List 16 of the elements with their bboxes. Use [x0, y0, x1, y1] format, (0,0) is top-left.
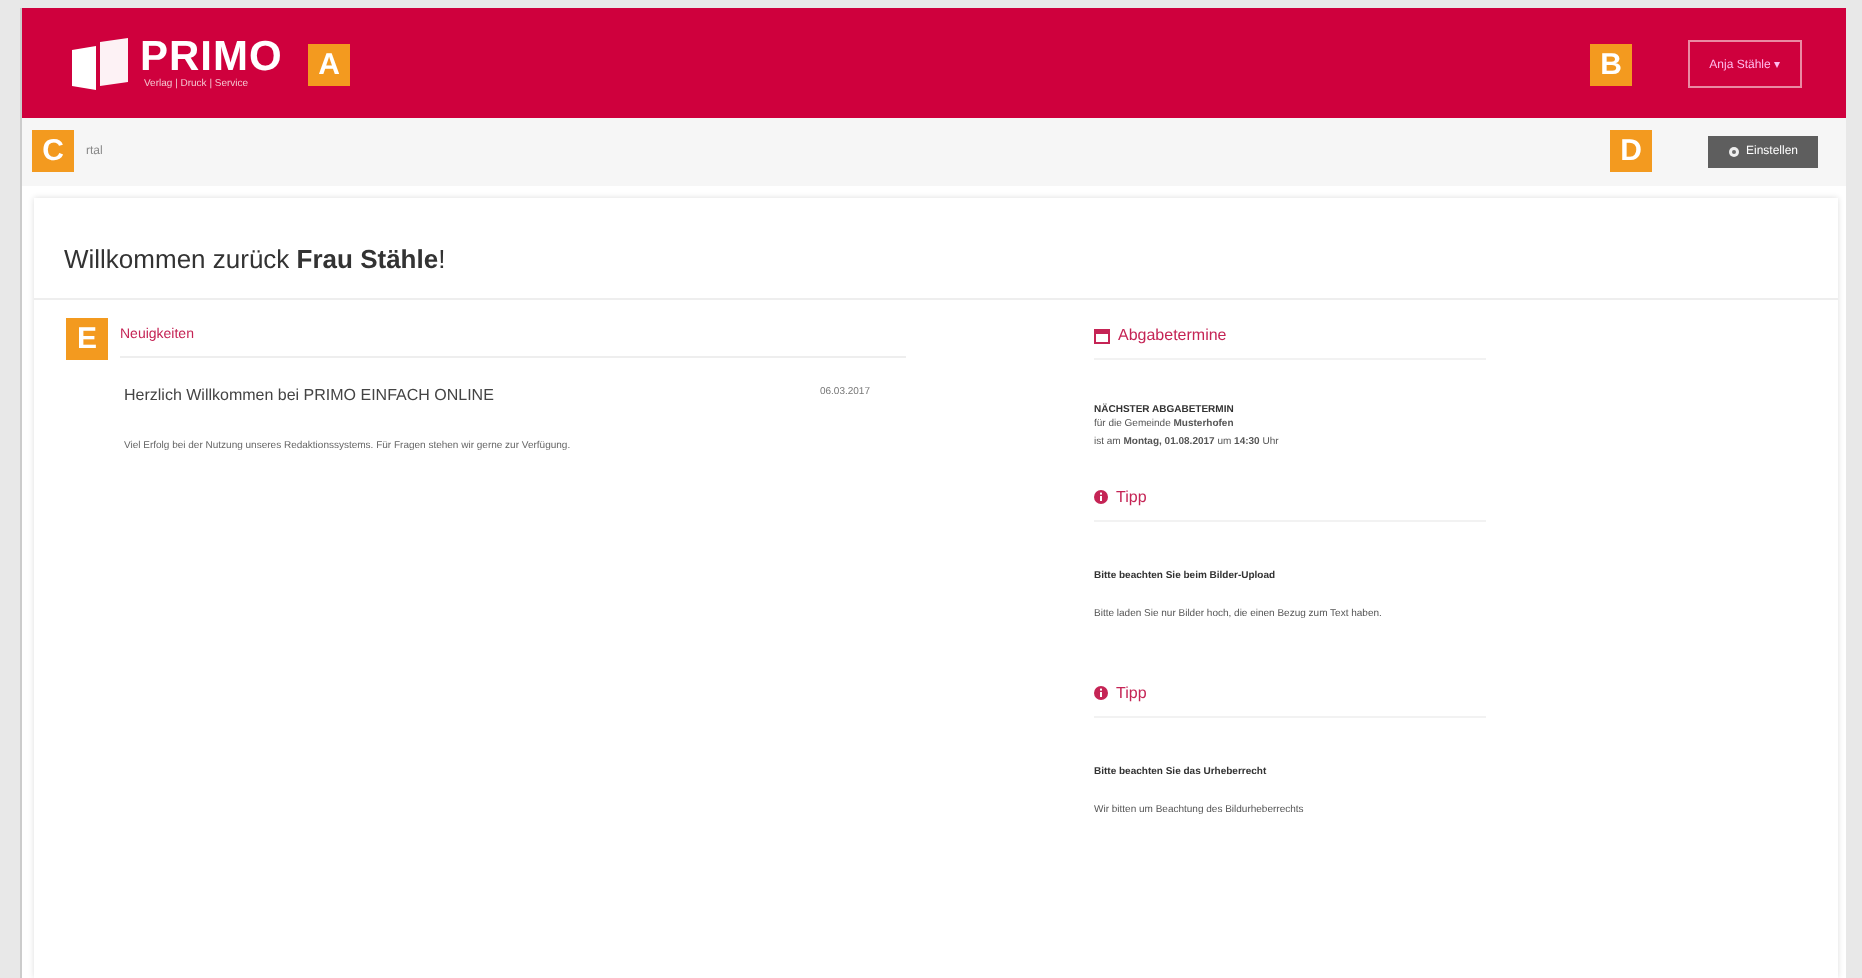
heading-text: Abgabetermine	[1118, 326, 1227, 344]
callout-badge: A	[308, 44, 350, 86]
news-title: Herzlich Willkommen bei PRIMO EINFACH ONLINE	[124, 386, 494, 404]
callout-badge: E	[66, 318, 108, 360]
calendar-icon	[1094, 327, 1110, 343]
callout-badge: C	[32, 130, 74, 172]
callout-badge: D	[1610, 130, 1652, 172]
heading-text: Tipp	[1116, 684, 1147, 702]
info-icon	[1094, 686, 1108, 700]
welcome-heading: Willkommen zurück Frau Stähle!	[34, 198, 1838, 300]
heading-text: Tipp	[1116, 488, 1147, 506]
settings-icon	[1727, 146, 1740, 158]
logo-icon	[70, 37, 130, 89]
info-icon	[1094, 490, 1108, 504]
callout-badge: B	[1590, 44, 1632, 86]
logo-title: PRIMO	[140, 37, 283, 77]
